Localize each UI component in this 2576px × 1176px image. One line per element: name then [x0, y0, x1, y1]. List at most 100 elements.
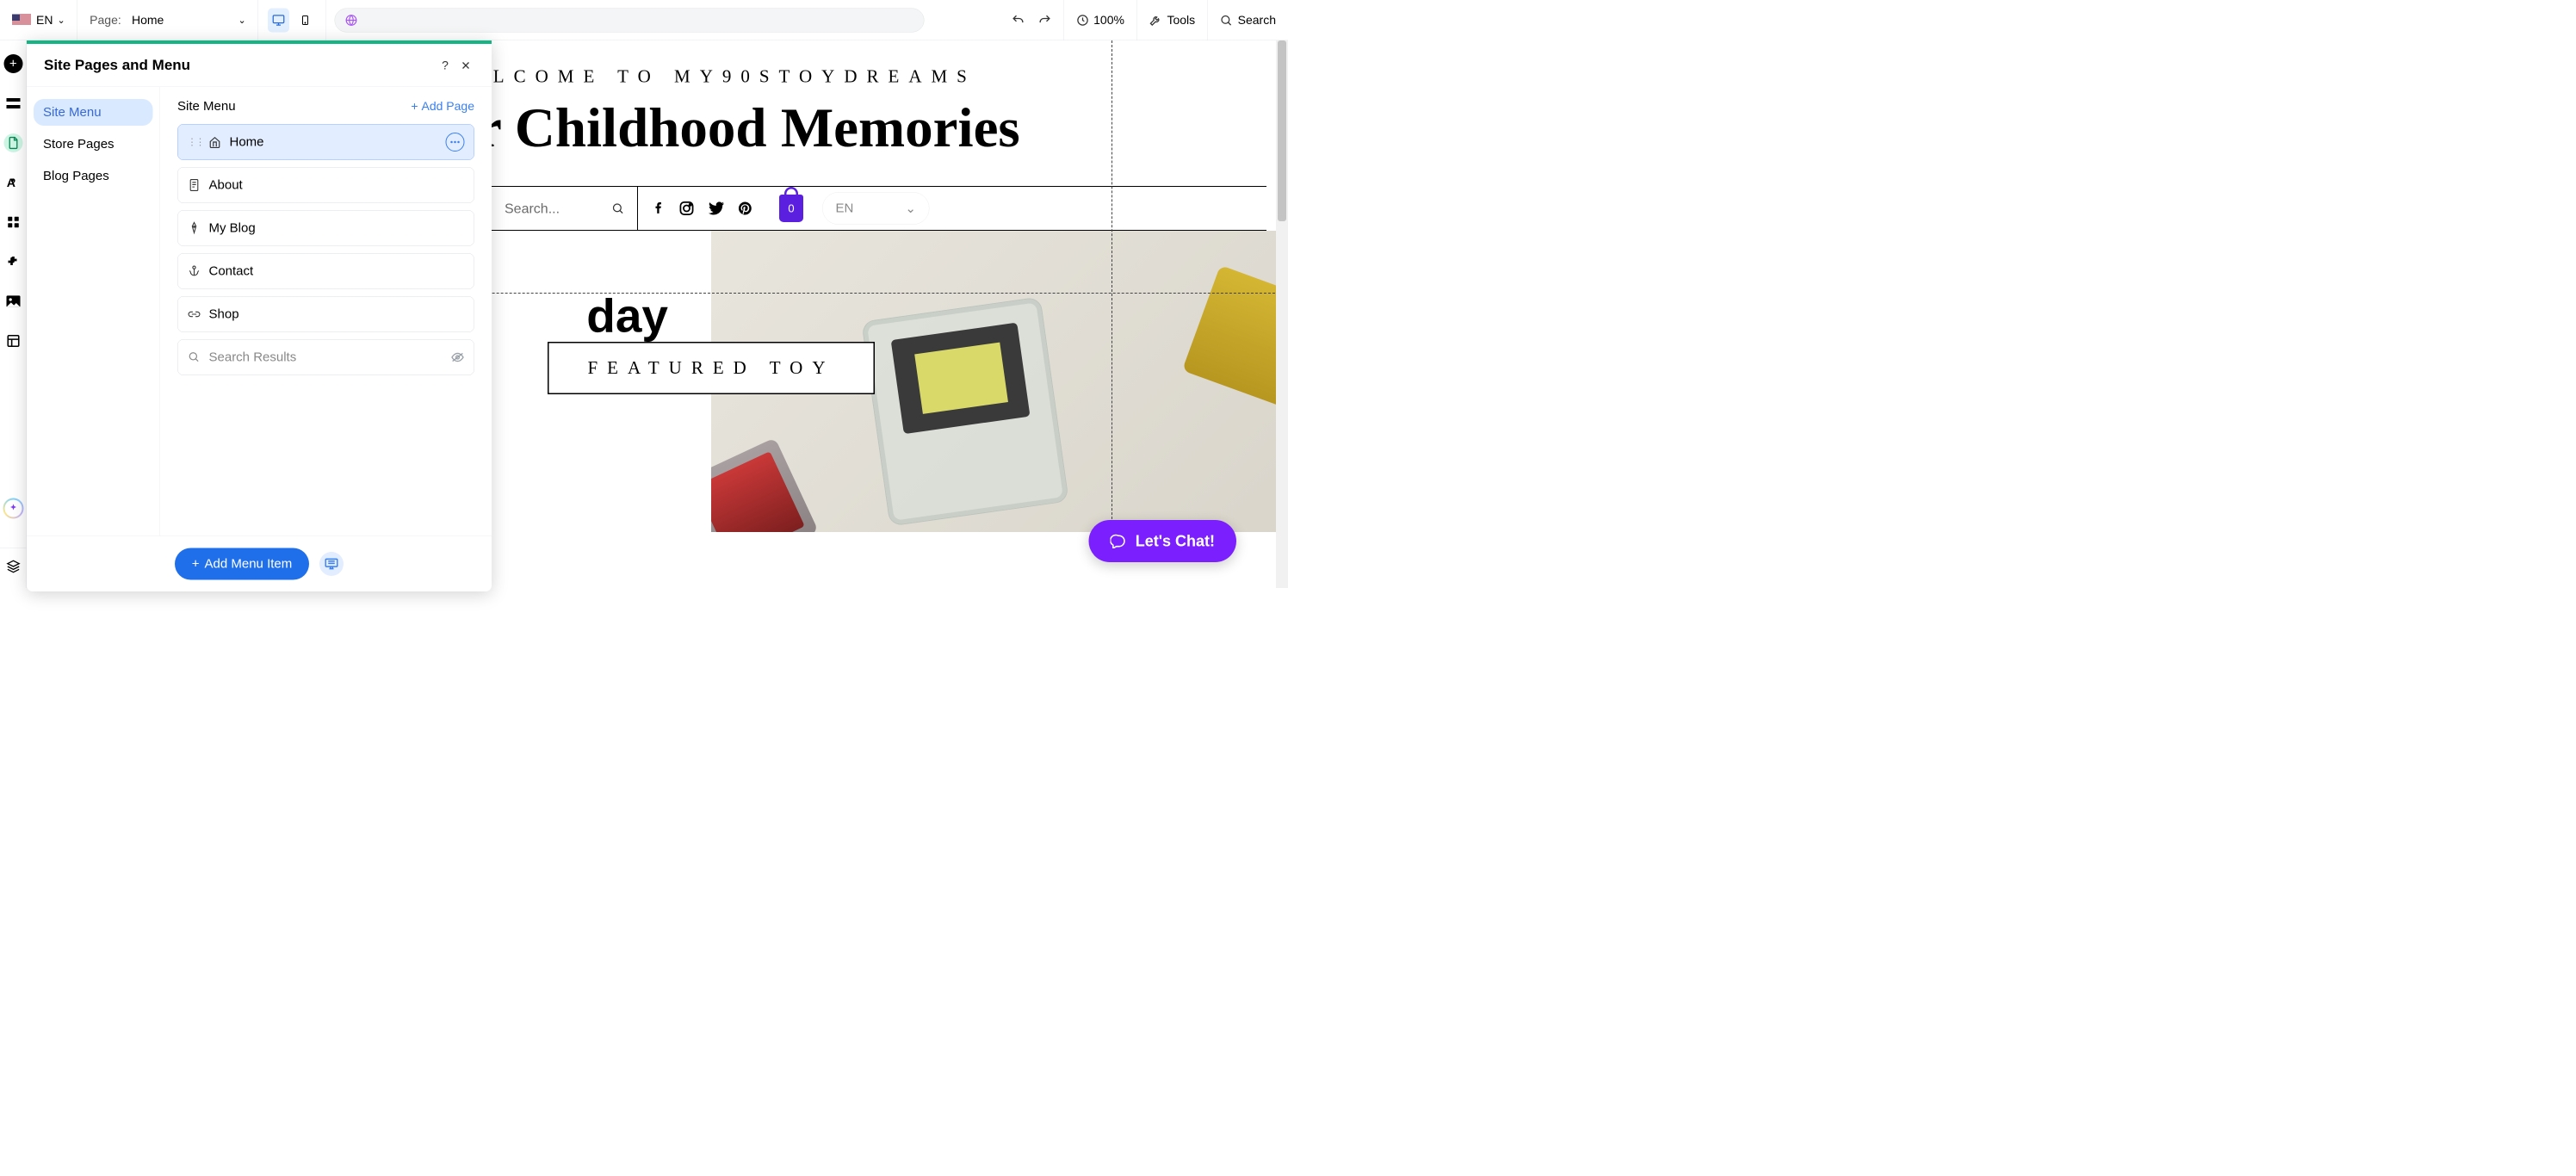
language-code: EN — [36, 13, 53, 27]
page-item-contact[interactable]: Contact — [177, 253, 474, 289]
site-language-selector[interactable]: EN ⌄ — [822, 192, 929, 225]
language-selector[interactable]: EN ⌄ — [0, 0, 77, 40]
chevron-down-icon: ⌄ — [238, 15, 245, 26]
page-selector[interactable]: Page: Home ⌄ — [77, 0, 258, 40]
page-value: Home — [132, 13, 164, 27]
plus-icon: + — [192, 556, 200, 571]
cart-button[interactable]: 0 — [779, 195, 803, 222]
add-element-button[interactable]: + — [3, 54, 22, 73]
page-item-home[interactable]: ⋮⋮ Home — [177, 124, 474, 160]
page-label: Page: — [90, 13, 121, 27]
panel-tabs: Site Menu Store Pages Blog Pages — [27, 87, 160, 535]
cartridge-graphic — [711, 437, 819, 532]
chevron-down-icon: ⌄ — [57, 15, 65, 26]
link-icon — [188, 307, 201, 321]
page-item-shop[interactable]: Shop — [177, 296, 474, 332]
redo-button[interactable] — [1038, 13, 1052, 27]
layers-button[interactable] — [3, 557, 22, 576]
wrench-icon — [1149, 14, 1161, 27]
page-label: Contact — [209, 264, 465, 279]
hero-line-1: day — [586, 289, 668, 343]
page-label: Search Results — [209, 350, 451, 365]
undo-button[interactable] — [1012, 13, 1025, 27]
panel-title: Site Pages and Menu — [44, 57, 433, 74]
flag-us-icon — [12, 14, 31, 26]
apps-button[interactable] — [3, 213, 22, 232]
media-button[interactable] — [3, 292, 22, 311]
social-bar — [638, 187, 766, 230]
hidden-icon[interactable] — [451, 352, 465, 363]
cms-button[interactable] — [3, 331, 22, 350]
pages-panel: Site Pages and Menu ? Site Menu Store Pa… — [27, 40, 492, 591]
cart-count: 0 — [788, 201, 794, 215]
facebook-icon[interactable] — [653, 201, 665, 216]
site-lang-value: EN — [836, 201, 854, 216]
page-icon — [188, 178, 201, 192]
top-toolbar: EN ⌄ Page: Home ⌄ 100% Tools — [0, 0, 1288, 40]
plus-icon: + — [411, 100, 418, 114]
tab-store-pages[interactable]: Store Pages — [34, 131, 153, 158]
page-item-search-results[interactable]: Search Results — [177, 339, 474, 375]
anchor-icon — [188, 264, 201, 278]
page-label: Shop — [209, 307, 465, 322]
globe-icon — [345, 14, 357, 26]
add-menu-item-button[interactable]: + Add Menu Item — [175, 548, 309, 579]
add-page-button[interactable]: + Add Page — [411, 100, 474, 114]
chevron-down-icon: ⌄ — [905, 201, 916, 216]
tools-button[interactable]: Tools — [1136, 0, 1207, 40]
home-icon — [208, 135, 222, 149]
pen-icon — [188, 221, 201, 235]
url-bar-section — [326, 0, 1000, 40]
scrollbar-thumb[interactable] — [1278, 40, 1286, 221]
zoom-icon — [1076, 14, 1089, 27]
add-page-label: Add Page — [422, 100, 475, 114]
tools-label: Tools — [1167, 13, 1195, 27]
gameboy-graphic — [861, 297, 1068, 527]
left-rail: + A — [0, 40, 27, 588]
page-label: My Blog — [209, 221, 465, 236]
search-button[interactable]: Search — [1208, 0, 1288, 40]
page-item-about[interactable]: About — [177, 167, 474, 203]
page-label: About — [209, 178, 465, 193]
search-icon — [611, 202, 624, 215]
close-button[interactable] — [457, 57, 474, 74]
history-controls — [1000, 0, 1065, 40]
cart-section: 0 EN ⌄ — [766, 187, 942, 230]
chat-button[interactable]: Let's Chat! — [1089, 520, 1236, 562]
nav-search[interactable]: Search... — [492, 187, 638, 230]
page-label: Home — [230, 135, 446, 150]
pages-button[interactable] — [3, 133, 22, 152]
mobile-view-button[interactable] — [294, 8, 316, 32]
section-title: Site Menu — [177, 99, 411, 114]
desktop-view-button[interactable] — [268, 8, 289, 32]
cartridge-graphic — [1182, 265, 1288, 412]
page-actions-button[interactable] — [446, 133, 465, 152]
featured-toy-button[interactable]: FEATURED TOY — [548, 342, 875, 394]
pinterest-icon[interactable] — [739, 201, 752, 216]
search-label: Search — [1238, 13, 1276, 27]
page-item-myblog[interactable]: My Blog — [177, 210, 474, 246]
search-icon — [1220, 14, 1233, 27]
theme-button[interactable]: A — [3, 173, 22, 192]
chat-icon — [1111, 534, 1127, 548]
panel-footer: + Add Menu Item — [27, 535, 492, 591]
instagram-icon[interactable] — [679, 201, 694, 216]
drag-handle-icon[interactable]: ⋮⋮ — [188, 137, 204, 148]
search-placeholder: Search... — [505, 201, 603, 217]
url-input[interactable] — [335, 8, 925, 32]
help-button[interactable]: ? — [437, 57, 454, 74]
ai-button[interactable] — [3, 498, 23, 519]
tab-blog-pages[interactable]: Blog Pages — [34, 163, 153, 189]
search-icon — [188, 350, 201, 364]
chat-label: Let's Chat! — [1136, 532, 1215, 550]
sections-button[interactable] — [3, 94, 22, 113]
device-switch — [258, 0, 326, 40]
menu-settings-button[interactable] — [319, 552, 344, 576]
twitter-icon[interactable] — [709, 202, 724, 215]
zoom-value: 100% — [1093, 13, 1124, 27]
add-menu-label: Add Menu Item — [205, 556, 293, 571]
zoom-control[interactable]: 100% — [1064, 0, 1136, 40]
scrollbar[interactable] — [1276, 40, 1288, 588]
tab-site-menu[interactable]: Site Menu — [34, 99, 153, 126]
addons-button[interactable] — [3, 252, 22, 271]
